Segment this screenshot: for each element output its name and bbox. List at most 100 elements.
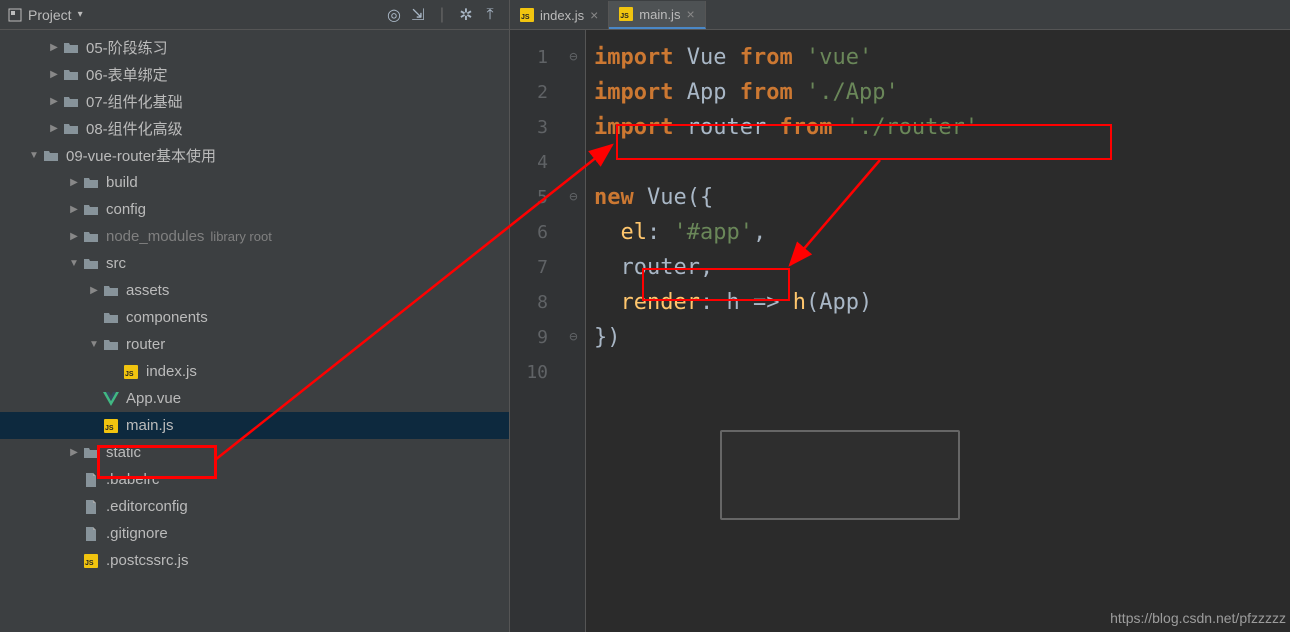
tree-item-label: 05-阶段练习: [86, 37, 168, 58]
sidebar-header: Project ▾ ◎ ⇲ | ✲ ⤒: [0, 0, 509, 30]
line-gutter: 12345678910: [510, 30, 562, 632]
folder-icon: [82, 201, 100, 219]
tree-item-node-modules[interactable]: ▶node_moduleslibrary root: [0, 223, 509, 250]
js-icon: JS: [82, 552, 100, 570]
tree-arrow-icon[interactable]: ▶: [66, 175, 82, 191]
tree-arrow-icon[interactable]: ▶: [86, 283, 102, 299]
tree-arrow-icon[interactable]: [86, 391, 102, 407]
editor-area: JSindex.js×JSmain.js× 12345678910 ⊖⊖⊖ im…: [510, 0, 1290, 632]
tree-item-config[interactable]: ▶ config: [0, 196, 509, 223]
tree-arrow-icon[interactable]: ▶: [46, 67, 62, 83]
tree-arrow-icon[interactable]: ▶: [66, 229, 82, 245]
tree-item-label: components: [126, 309, 208, 326]
tree-item-label: static: [106, 444, 141, 461]
tree-item--babelrc[interactable]: .babelrc: [0, 466, 509, 493]
tree-arrow-icon[interactable]: ▶: [66, 445, 82, 461]
tree-arrow-icon[interactable]: ▶: [46, 121, 62, 137]
tree-item-label: .babelrc: [106, 471, 159, 488]
tree-item--editorconfig[interactable]: .editorconfig: [0, 493, 509, 520]
tree-item-label: config: [106, 201, 146, 218]
line-number: 9: [510, 320, 548, 355]
fold-gutter: ⊖ ⊖ ⊖: [562, 30, 586, 632]
line-number: 1: [510, 40, 548, 75]
tree-item-label: main.js: [126, 417, 174, 434]
locate-icon[interactable]: ◎: [383, 4, 405, 26]
js-icon: JS: [102, 417, 120, 435]
gear-icon[interactable]: ✲: [455, 4, 477, 26]
tree-item-App-vue[interactable]: App.vue: [0, 385, 509, 412]
line-number: 10: [510, 355, 548, 390]
line-number: 2: [510, 75, 548, 110]
tree-item-05-----[interactable]: ▶ 05-阶段练习: [0, 34, 509, 61]
fold-icon[interactable]: ⊖: [562, 320, 585, 355]
folder-icon: [62, 39, 80, 57]
fold-empty: [562, 145, 585, 180]
fold-empty: [562, 215, 585, 250]
project-selector[interactable]: Project ▾: [8, 7, 83, 23]
tree-arrow-icon[interactable]: [66, 499, 82, 515]
line-number: 7: [510, 250, 548, 285]
tree-item-label: 07-组件化基础: [86, 91, 183, 112]
tab-label: index.js: [540, 8, 584, 23]
folder-icon: [62, 120, 80, 138]
close-icon[interactable]: ×: [590, 7, 598, 23]
tree-arrow-icon[interactable]: [66, 553, 82, 569]
tree-arrow-icon[interactable]: ▶: [66, 202, 82, 218]
folder-icon: [82, 228, 100, 246]
folder-icon: [102, 336, 120, 354]
expand-icon[interactable]: ⇲: [407, 4, 429, 26]
tree-item-07------[interactable]: ▶ 07-组件化基础: [0, 88, 509, 115]
tree-item-06-----[interactable]: ▶06-表单绑定: [0, 61, 509, 88]
tree-item-09-vue-router----[interactable]: ▼09-vue-router基本使用: [0, 142, 509, 169]
watermark-text: https://blog.csdn.net/pfzzzzz: [1110, 610, 1286, 626]
tree-item-build[interactable]: ▶build: [0, 169, 509, 196]
file-icon: [82, 471, 100, 489]
tree-arrow-icon[interactable]: ▼: [86, 337, 102, 353]
tree-item-router[interactable]: ▼ router: [0, 331, 509, 358]
tab-main-js[interactable]: JSmain.js×: [609, 1, 705, 29]
project-icon: [8, 8, 22, 22]
tree-item-label: node_modules: [106, 228, 204, 245]
tree-item-static[interactable]: ▶ static: [0, 439, 509, 466]
tree-arrow-icon[interactable]: [86, 310, 102, 326]
tree-item-label: router: [126, 336, 165, 353]
dropdown-arrow-icon: ▾: [78, 9, 83, 20]
tab-index-js[interactable]: JSindex.js×: [510, 1, 609, 29]
project-tree[interactable]: ▶05-阶段练习▶06-表单绑定▶07-组件化基础▶08-组件化高级▼09-vu…: [0, 30, 509, 632]
tree-item-src[interactable]: ▼src: [0, 250, 509, 277]
fold-icon[interactable]: ⊖: [562, 180, 585, 215]
hide-icon[interactable]: ⤒: [479, 4, 501, 26]
tree-item-label: assets: [126, 282, 169, 299]
project-sidebar: Project ▾ ◎ ⇲ | ✲ ⤒ ▶05-阶段练习▶06-表单绑定▶07-…: [0, 0, 510, 632]
project-label: Project: [28, 7, 72, 23]
sidebar-toolbar: ◎ ⇲ | ✲ ⤒: [383, 4, 501, 26]
folder-icon: [82, 174, 100, 192]
tree-arrow-icon[interactable]: ▶: [46, 40, 62, 56]
tree-arrow-icon[interactable]: [106, 364, 122, 380]
js-icon: JS: [619, 7, 633, 21]
tree-item-label: .editorconfig: [106, 498, 188, 515]
tree-item-components[interactable]: components: [0, 304, 509, 331]
tree-arrow-icon[interactable]: [66, 472, 82, 488]
code-body[interactable]: import Vue from 'vue' import App from '.…: [586, 30, 978, 632]
tree-arrow-icon[interactable]: ▼: [66, 256, 82, 272]
folder-icon: [82, 255, 100, 273]
tree-item-main-js[interactable]: JS main.js: [0, 412, 509, 439]
tree-arrow-icon[interactable]: [86, 418, 102, 434]
tree-arrow-icon[interactable]: [66, 526, 82, 542]
divider-icon: |: [431, 4, 453, 26]
tree-item-assets[interactable]: ▶ assets: [0, 277, 509, 304]
tree-arrow-icon[interactable]: ▼: [26, 148, 42, 164]
fold-empty: [562, 355, 585, 390]
folder-icon: [102, 309, 120, 327]
tree-item-index-js[interactable]: JSindex.js: [0, 358, 509, 385]
fold-icon[interactable]: ⊖: [562, 40, 585, 75]
close-icon[interactable]: ×: [686, 6, 694, 22]
editor-content[interactable]: 12345678910 ⊖⊖⊖ import Vue from 'vue' im…: [510, 30, 1290, 632]
tree-item--postcssrc-js[interactable]: JS.postcssrc.js: [0, 547, 509, 574]
fold-empty: [562, 110, 585, 145]
folder-icon: [42, 147, 60, 165]
tree-item-08------[interactable]: ▶08-组件化高级: [0, 115, 509, 142]
tree-item--gitignore[interactable]: .gitignore: [0, 520, 509, 547]
tree-arrow-icon[interactable]: ▶: [46, 94, 62, 110]
